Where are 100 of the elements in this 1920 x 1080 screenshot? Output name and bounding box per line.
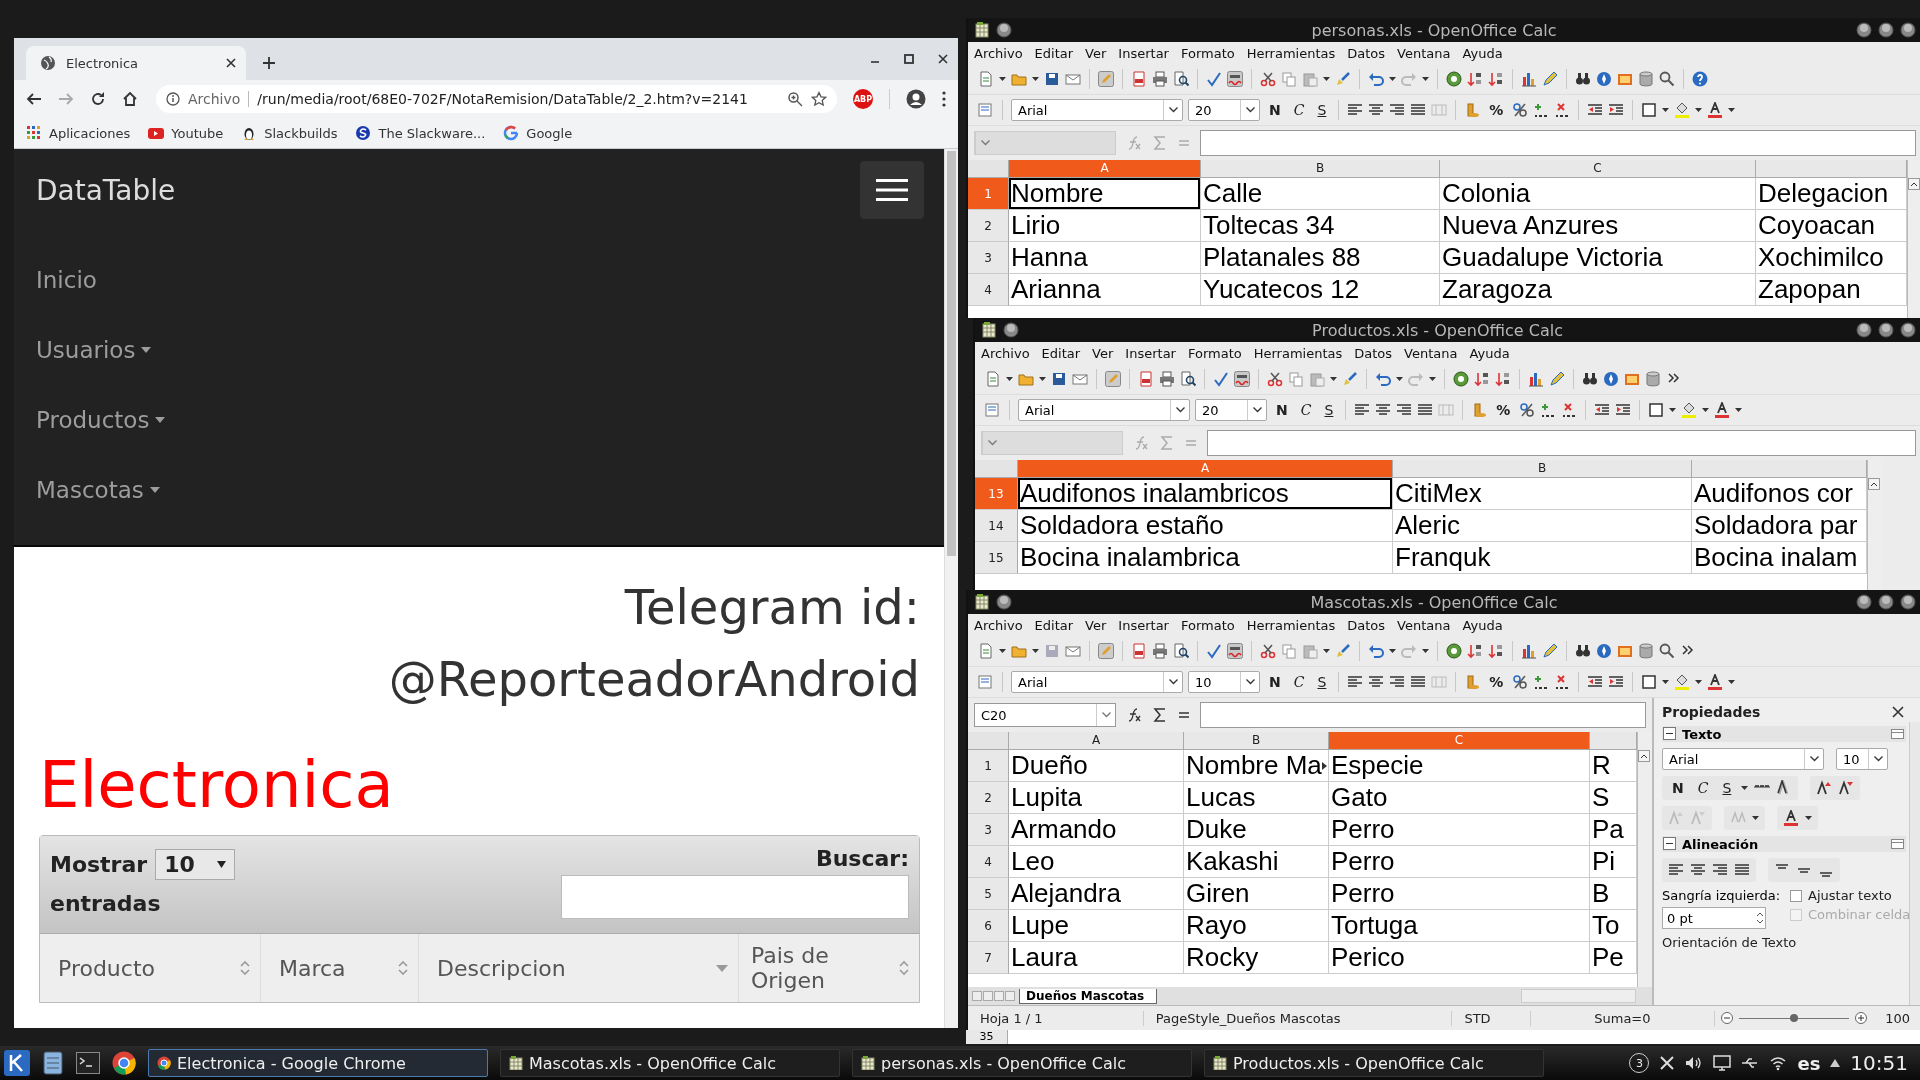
menu-item[interactable]: Formato	[1180, 45, 1235, 61]
align-left-icon[interactable]	[1347, 102, 1364, 118]
align-right-icon[interactable]	[1389, 674, 1406, 690]
envelope-icon[interactable]	[1065, 643, 1081, 659]
font-size-field[interactable]: 20	[1188, 99, 1260, 121]
zoom-out-icon[interactable]	[1721, 1012, 1734, 1024]
menu-item[interactable]: Ventana	[1397, 45, 1451, 61]
round-button-icon[interactable]	[996, 22, 1012, 38]
font-name-field[interactable]: Arial	[1011, 99, 1183, 121]
caret-icon[interactable]	[1323, 649, 1330, 653]
compass-icon[interactable]	[1596, 643, 1612, 659]
menu-item[interactable]: Insertar	[1118, 617, 1169, 633]
round-button-icon[interactable]	[1900, 22, 1916, 38]
menu-item[interactable]: Datos	[1347, 617, 1386, 633]
align-center-icon[interactable]	[1368, 674, 1385, 690]
database-icon[interactable]	[1645, 371, 1661, 387]
sort-ascending-icon[interactable]	[1467, 643, 1483, 659]
round-button-icon[interactable]	[996, 594, 1012, 610]
export-page-icon[interactable]	[1131, 643, 1147, 659]
export-page-icon[interactable]	[1131, 71, 1147, 87]
formula-input[interactable]	[1207, 430, 1916, 456]
font-size-field[interactable]: 20	[1195, 399, 1267, 421]
format-button[interactable]: C	[1693, 780, 1713, 796]
menu-item[interactable]: Editar	[1041, 345, 1081, 361]
column-header[interactable]: Pais de Origen	[739, 934, 919, 1002]
address-bar[interactable]: Archivo /run/media/root/68E0-702F/NotaRemision/DataTable/2_2.htm?v=2141	[156, 85, 837, 113]
menu-item[interactable]: Archivo	[974, 45, 1023, 61]
round-button-icon[interactable]	[1900, 594, 1916, 610]
caret-icon[interactable]	[1669, 408, 1677, 412]
brush-icon[interactable]	[1342, 371, 1358, 387]
font-size-field[interactable]: 10	[1188, 671, 1260, 693]
font-name-field[interactable]: Arial	[1662, 748, 1824, 770]
round-button-icon[interactable]	[1878, 22, 1894, 38]
envelope-icon[interactable]	[1065, 71, 1081, 87]
border-icon[interactable]	[1648, 402, 1665, 418]
format-button[interactable]: N	[1265, 102, 1285, 118]
database-icon[interactable]	[1638, 643, 1654, 659]
maximize-icon[interactable]	[904, 54, 914, 64]
menu-item[interactable]: Ayuda	[1462, 617, 1503, 633]
round-button-icon[interactable]	[1878, 322, 1894, 338]
column-header[interactable]: B	[1201, 160, 1440, 178]
bookmark[interactable]: Slackbuilds	[241, 125, 338, 141]
menu-toggle-button[interactable]	[860, 161, 924, 219]
nav-link[interactable]: Mascotas	[36, 471, 922, 508]
compass-icon[interactable]	[1596, 71, 1612, 87]
paint-bucket-icon[interactable]	[1674, 102, 1691, 118]
pen-icon[interactable]	[1542, 71, 1558, 87]
home-icon[interactable]	[122, 91, 138, 107]
grow-font-icon[interactable]	[1816, 780, 1833, 796]
menu-item[interactable]: Archivo	[981, 345, 1030, 361]
zoom-in-icon[interactable]	[1855, 1012, 1868, 1024]
menu-item[interactable]: Insertar	[1125, 345, 1176, 361]
menu-item[interactable]: Insertar	[1118, 45, 1169, 61]
taskbar-item[interactable]: Productos.xls - OpenOffice Calc	[1204, 1049, 1544, 1077]
caret-icon[interactable]	[1422, 77, 1429, 81]
caret-icon[interactable]	[1039, 377, 1046, 381]
panel-menu-icon[interactable]	[1890, 726, 1906, 742]
volume-icon[interactable]	[1685, 1055, 1704, 1071]
row-header[interactable]: 15	[975, 542, 1018, 574]
search-icon[interactable]	[1659, 643, 1675, 659]
brush-icon[interactable]	[1335, 71, 1351, 87]
menu-item[interactable]: Herramientas	[1246, 45, 1336, 61]
bookmark[interactable]: Google	[503, 125, 573, 141]
nav-link[interactable]: Usuarios	[36, 331, 922, 368]
format-button[interactable]: S	[1313, 674, 1331, 690]
caret-icon[interactable]	[1389, 77, 1396, 81]
caret-icon[interactable]	[1396, 377, 1403, 381]
formula-input[interactable]	[1200, 130, 1916, 156]
spreadsheet-app-icon[interactable]	[974, 594, 990, 610]
panel-menu-icon[interactable]	[1890, 836, 1906, 852]
scrollbar[interactable]	[1637, 732, 1652, 987]
document-icon[interactable]	[978, 643, 994, 659]
number-format-icon[interactable]	[1519, 402, 1536, 418]
menu-item[interactable]: Archivo	[974, 617, 1023, 633]
round-button-icon[interactable]	[1856, 594, 1872, 610]
bar-chart-icon[interactable]	[1521, 71, 1537, 87]
format-button[interactable]: N	[1265, 674, 1285, 690]
sort-descending-icon[interactable]	[1488, 71, 1504, 87]
menu-item[interactable]: Formato	[1187, 345, 1242, 361]
usb-icon[interactable]	[1741, 1055, 1760, 1071]
merge-cells-icon[interactable]	[1438, 402, 1455, 418]
merge-cells-icon[interactable]	[1431, 102, 1448, 118]
align-left-icon[interactable]	[1347, 674, 1364, 690]
paint-bucket-icon[interactable]	[1681, 402, 1698, 418]
format-button[interactable]: C	[1289, 674, 1309, 690]
border-icon[interactable]	[1641, 102, 1658, 118]
extension-badge[interactable]: ABP	[853, 89, 873, 109]
bookmark[interactable]: Aplicaciones	[26, 125, 131, 141]
menu-item[interactable]: Formato	[1180, 617, 1235, 633]
brush-icon[interactable]	[1335, 643, 1351, 659]
wifi-icon[interactable]	[1769, 1055, 1788, 1071]
floppy-icon[interactable]	[1051, 371, 1067, 387]
caret-icon[interactable]	[999, 77, 1006, 81]
delete-decimal-icon[interactable]	[1554, 674, 1571, 690]
nav-link[interactable]: Inicio	[36, 261, 922, 298]
scrollbar[interactable]	[1909, 722, 1920, 1005]
spellcheck-underline-icon[interactable]	[1227, 643, 1243, 659]
scissors-icon[interactable]	[1260, 71, 1276, 87]
clipboard-icon[interactable]	[1302, 71, 1318, 87]
justify-icon[interactable]	[1410, 674, 1427, 690]
